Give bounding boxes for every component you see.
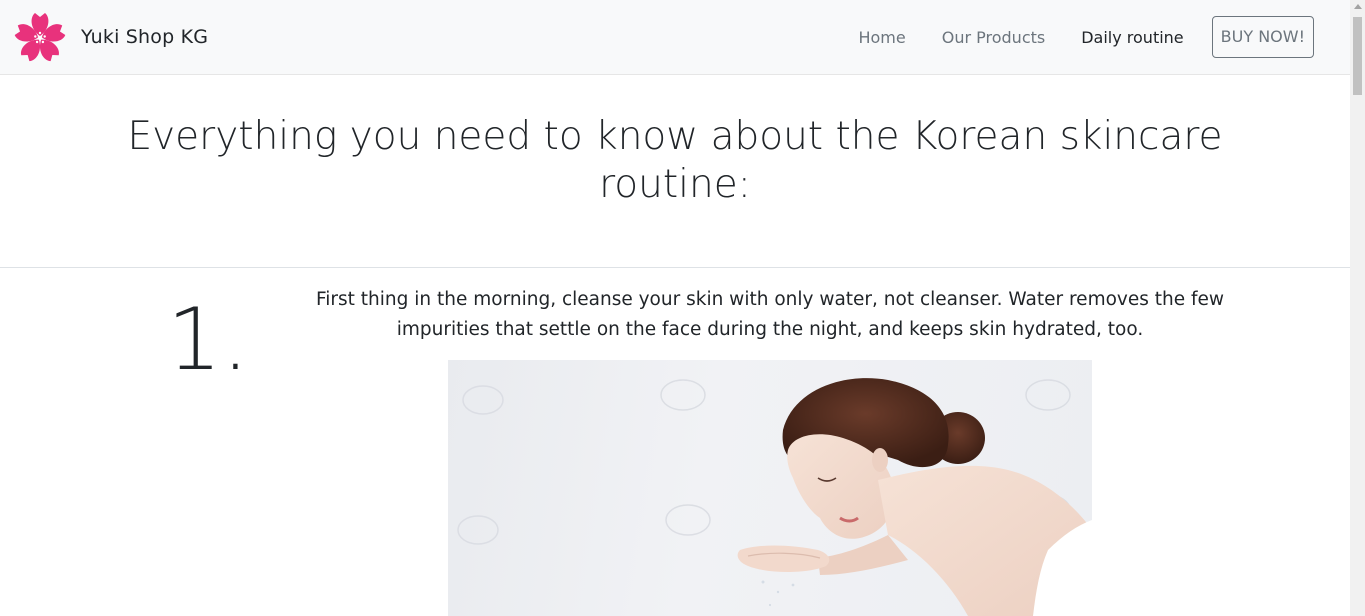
navbar: Yuki Shop KG Home Our Products Daily rou… [0, 0, 1350, 75]
nav-link-home[interactable]: Home [858, 28, 905, 47]
nav-links: Home Our Products Daily routine BUY NOW! [822, 16, 1314, 58]
nav-link-daily-routine[interactable]: Daily routine [1081, 28, 1183, 47]
brand-name: Yuki Shop KG [81, 26, 209, 48]
scroll-up-arrow-icon[interactable] [1354, 4, 1362, 9]
page: Yuki Shop KG Home Our Products Daily rou… [0, 0, 1365, 616]
scroll-thumb[interactable] [1353, 17, 1362, 95]
section-divider [0, 267, 1350, 268]
sakura-flower-icon [14, 13, 66, 63]
page-heading: Everything you need to know about the Ko… [0, 113, 1350, 209]
step-image [448, 360, 1092, 616]
face-washing-illustration [457, 378, 1092, 616]
buy-now-button[interactable]: BUY NOW! [1211, 16, 1314, 58]
page-scrollbar[interactable] [1350, 0, 1365, 616]
step-description: First thing in the morning, cleanse your… [315, 289, 1225, 340]
water-drops [761, 580, 795, 607]
page-heading-text: Everything you need to know about the Ko… [127, 114, 1223, 207]
step-number: 1. [167, 290, 250, 390]
nav-link-our-products[interactable]: Our Products [942, 28, 1045, 47]
brand-link[interactable]: Yuki Shop KG [14, 11, 208, 63]
